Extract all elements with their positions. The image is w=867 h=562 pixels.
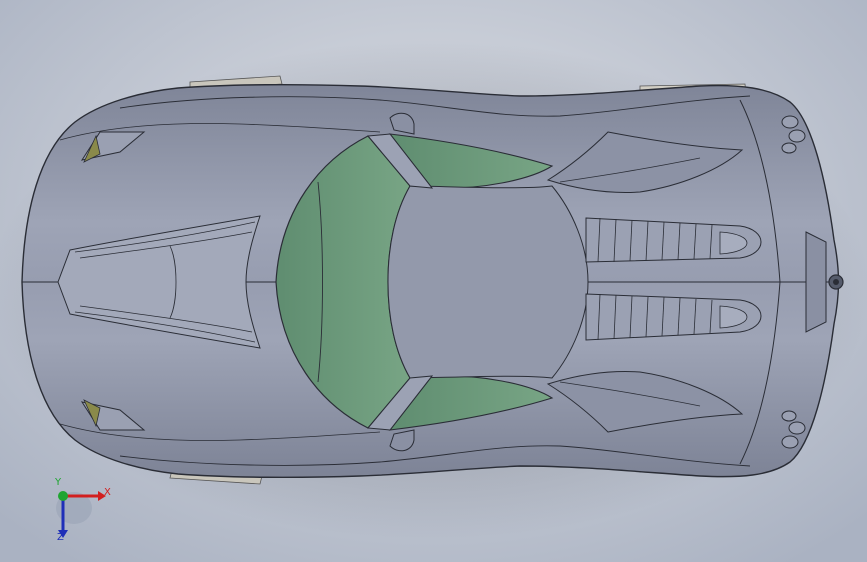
reference-triad: X Y Z — [48, 478, 118, 548]
roof — [387, 185, 589, 379]
y-axis-label: Y — [55, 477, 62, 488]
graphics-viewport[interactable]: X Y Z — [0, 0, 867, 562]
exhaust-inner — [833, 279, 839, 285]
x-axis-label: X — [104, 487, 111, 498]
y-axis-dot — [58, 491, 68, 501]
rear-diffuser — [805, 231, 827, 333]
z-axis-label: Z — [57, 532, 64, 543]
car-model[interactable] — [0, 0, 867, 562]
